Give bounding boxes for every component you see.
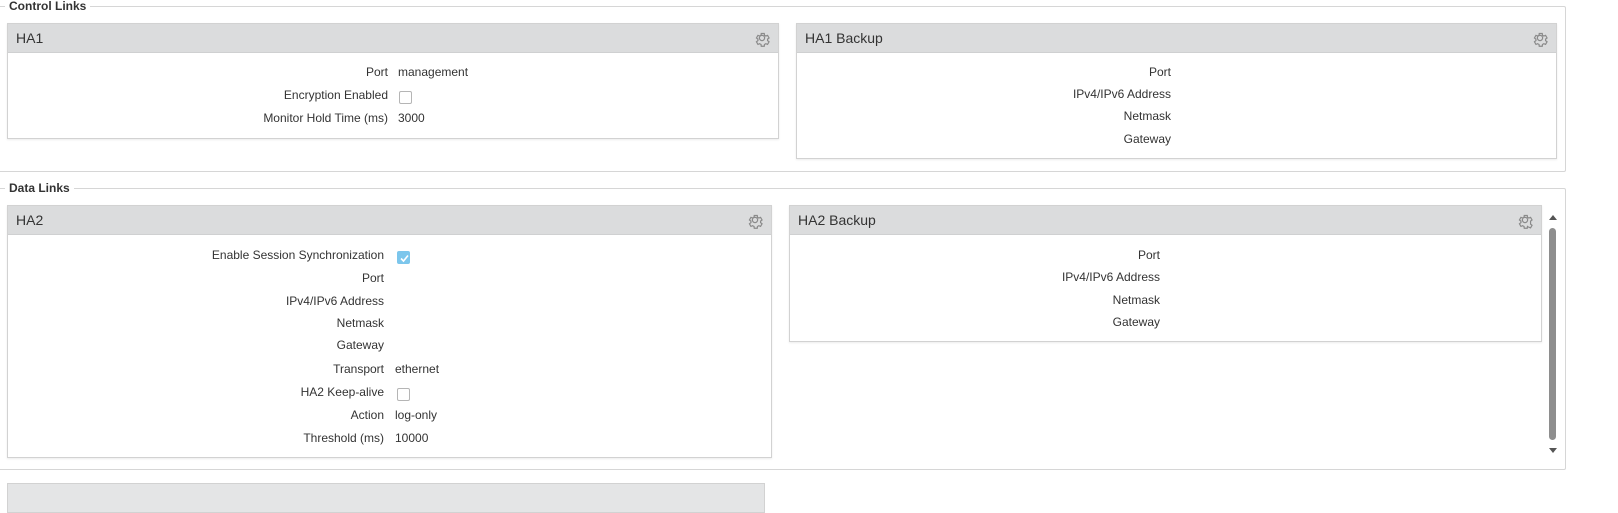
ha2-row-threshold: Threshold (ms) 10000	[8, 429, 771, 447]
ha1-backup-panel: HA1 Backup Port IPv4/IPv6 Address Netmas…	[796, 23, 1557, 159]
field-value: 3000	[398, 111, 425, 125]
ha2-row-port: Port	[8, 269, 771, 287]
field-value: management	[398, 65, 469, 79]
ha2-backup-row-port: Port	[790, 246, 1541, 264]
ha2-row-transport: Transport ethernet	[8, 360, 771, 378]
ha1-backup-row-port: Port	[797, 63, 1556, 81]
field-value: 10000	[395, 431, 429, 445]
ha2-backup-title: HA2 Backup	[798, 212, 876, 228]
next-panel-partial	[7, 483, 765, 513]
ha2-backup-row-netmask: Netmask	[790, 291, 1541, 309]
ha2-keepalive-checkbox[interactable]	[397, 388, 410, 401]
field-label: IPv4/IPv6 Address	[1072, 87, 1171, 101]
ha2-row-session-sync: Enable Session Synchronization	[8, 246, 771, 264]
ha1-panel: HA1 Port management Encryption Enabled M…	[7, 23, 779, 139]
ha1-row-encryption: Encryption Enabled	[8, 86, 778, 104]
field-label: Netmask	[336, 316, 384, 330]
ha2-backup-row-address: IPv4/IPv6 Address	[790, 268, 1541, 286]
checkmark-icon	[400, 254, 409, 263]
field-label: Encryption Enabled	[283, 88, 388, 102]
field-label: IPv4/IPv6 Address	[1061, 270, 1160, 284]
enable-session-sync-checkbox[interactable]	[397, 251, 410, 264]
ha1-row-port: Port management	[8, 63, 778, 81]
field-label: Netmask	[1112, 293, 1160, 307]
ha1-row-monitor-hold-time: Monitor Hold Time (ms) 3000	[8, 109, 778, 127]
encryption-enabled-checkbox[interactable]	[399, 91, 412, 104]
field-label: Netmask	[1123, 109, 1171, 123]
field-label: HA2 Keep-alive	[300, 385, 384, 399]
scrollbar-thumb[interactable]	[1549, 228, 1556, 440]
ha2-title: HA2	[16, 212, 44, 228]
ha2-backup-row-gateway: Gateway	[790, 313, 1541, 331]
field-label: Port	[1137, 248, 1160, 262]
gear-icon[interactable]	[1516, 211, 1534, 229]
field-label: Transport	[333, 362, 384, 376]
ha2-backup-panel: HA2 Backup Port IPv4/IPv6 Address Netmas…	[789, 205, 1542, 342]
ha1-header: HA1	[8, 24, 778, 53]
ha2-panel: HA2 Enable Session Synchronization Port …	[7, 205, 772, 458]
ha2-row-action: Action log-only	[8, 406, 771, 424]
field-label: Threshold (ms)	[303, 431, 384, 445]
field-label: Gateway	[1112, 315, 1160, 329]
field-value: log-only	[395, 408, 438, 422]
ha2-backup-header: HA2 Backup	[790, 206, 1541, 235]
ha2-row-gateway: Gateway	[8, 336, 771, 354]
field-label: Gateway	[1123, 132, 1171, 146]
field-label: Enable Session Synchronization	[211, 248, 384, 262]
gear-icon[interactable]	[753, 29, 771, 47]
ha1-backup-title: HA1 Backup	[805, 30, 883, 46]
field-label: Port	[1148, 65, 1171, 79]
ha1-backup-header: HA1 Backup	[797, 24, 1556, 53]
ha2-row-address: IPv4/IPv6 Address	[8, 292, 771, 310]
field-label: Action	[350, 408, 384, 422]
ha1-backup-row-gateway: Gateway	[797, 130, 1556, 148]
ha2-row-netmask: Netmask	[8, 314, 771, 332]
field-label: Gateway	[336, 338, 384, 352]
scroll-up-icon[interactable]	[1548, 213, 1558, 221]
ha1-backup-row-netmask: Netmask	[797, 107, 1556, 125]
field-label: Port	[365, 65, 388, 79]
ha2-row-keepalive: HA2 Keep-alive	[8, 383, 771, 401]
scroll-down-icon[interactable]	[1548, 447, 1558, 455]
ha1-title: HA1	[16, 30, 44, 46]
vertical-scrollbar[interactable]	[1547, 210, 1559, 458]
gear-icon[interactable]	[746, 211, 764, 229]
data-links-legend: Data Links	[5, 181, 74, 195]
gear-icon[interactable]	[1531, 29, 1549, 47]
field-label: Monitor Hold Time (ms)	[263, 111, 388, 125]
ha1-backup-row-address: IPv4/IPv6 Address	[797, 85, 1556, 103]
ha2-header: HA2	[8, 206, 771, 235]
field-label: IPv4/IPv6 Address	[285, 294, 384, 308]
control-links-legend: Control Links	[5, 0, 91, 13]
field-label: Port	[361, 271, 384, 285]
field-value: ethernet	[395, 362, 440, 376]
